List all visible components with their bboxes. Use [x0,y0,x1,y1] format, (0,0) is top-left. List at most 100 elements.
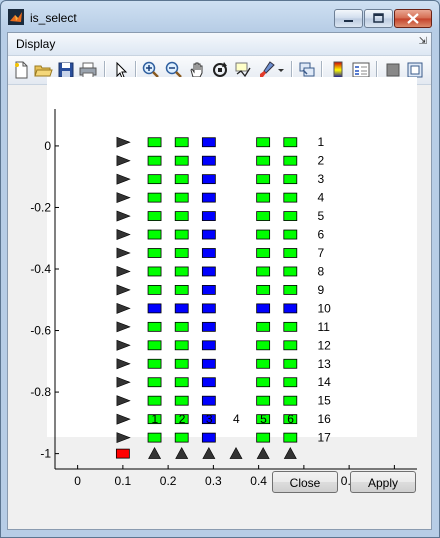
cell-square [201,248,216,258]
cell-square [283,211,298,221]
cell-square [201,395,216,406]
cell-square [256,321,271,332]
bottom-triangle [175,446,189,459]
cell-square [256,229,271,240]
cell-square [201,303,216,314]
cell-square [283,192,298,203]
cell-square [147,395,162,406]
x-tick-label: 0.2 [160,474,177,488]
row-marker-triangle [116,413,131,425]
cell-square [201,266,216,277]
cell-square [283,229,298,240]
row-label: 17 [317,431,331,445]
cell-square [201,174,216,185]
row-label: 5 [317,209,324,223]
cell-square [174,248,189,258]
scatter-plot: 00.10.20.30.40.50.60.70-0.2-0.4-0.6-0.8-… [30,109,417,488]
row-marker-triangle [116,136,131,148]
cell-square [283,155,298,166]
cell-square [147,155,162,166]
cell-square [174,432,189,443]
row-label: 13 [317,357,331,371]
cell-square [201,358,216,369]
cell-square [174,377,189,388]
row-label: 15 [317,394,331,408]
row-label: 3 [317,172,324,186]
cell-square [256,266,271,277]
row-marker-triangle [116,284,131,296]
cell-square [147,321,162,332]
cell-square [201,192,216,203]
cell-square [147,285,162,295]
row-marker-triangle [116,266,131,277]
cell-square [256,174,271,185]
cell-square [256,340,271,351]
cell-square [256,137,271,148]
cell-square [147,174,162,185]
cell-square [201,321,216,332]
row-label: 14 [317,375,331,389]
cell-square [283,266,298,277]
cell-square [201,211,216,221]
row-label: 11 [317,320,330,334]
x-tick-label: 0.4 [250,474,267,488]
cell-square [174,395,189,406]
x-tick-label: 0 [74,474,81,488]
y-tick-label: -0.8 [30,385,51,399]
y-tick-label: -1 [40,447,51,461]
cell-square [256,192,271,203]
cell-square [283,248,298,258]
row-marker-triangle [116,302,131,314]
cell-square [147,211,162,221]
cell-square [174,155,189,166]
cell-square [201,155,216,166]
row-label: 9 [317,283,324,297]
cell-square [283,432,298,443]
cell-square [147,303,162,314]
row-marker-triangle [116,376,131,388]
cell-square [147,358,162,369]
close-button[interactable]: Close [272,471,338,493]
row-marker-triangle [116,229,131,240]
column-label: 5 [260,412,267,426]
cell-square [147,229,162,240]
cell-square [256,395,271,406]
cell-square [147,340,162,351]
row-marker-triangle [116,321,131,333]
cell-square [174,211,189,221]
cell-square [147,137,162,148]
apply-button[interactable]: Apply [350,471,416,493]
cell-square [201,229,216,240]
cell-square [256,285,271,295]
cell-square [256,358,271,369]
cell-square [174,285,189,295]
row-label: 4 [317,191,324,205]
cell-square [174,358,189,369]
cell-square [256,248,271,258]
column-label: 3 [206,412,213,426]
cell-square [256,211,271,221]
bottom-triangle [148,446,162,459]
cell-square [256,303,271,314]
cell-square [174,321,189,332]
x-tick-label: 0.3 [205,474,222,488]
x-tick-label: 0.1 [115,474,132,488]
cell-square [283,321,298,332]
cell-square [256,377,271,388]
row-marker-triangle [116,155,131,167]
cell-square [174,137,189,148]
y-tick-label: -0.6 [30,324,51,338]
column-label: 2 [179,412,186,426]
row-marker-triangle [116,395,131,407]
cell-square [147,248,162,258]
cell-square [283,358,298,369]
cell-square [283,174,298,185]
cell-square [283,395,298,406]
cell-square [283,377,298,388]
bottom-triangle [256,446,270,459]
cell-square [256,155,271,166]
y-tick-label: -0.2 [30,200,51,214]
row-label: 12 [317,338,331,352]
row-label: 2 [317,154,324,168]
cell-square [201,340,216,351]
